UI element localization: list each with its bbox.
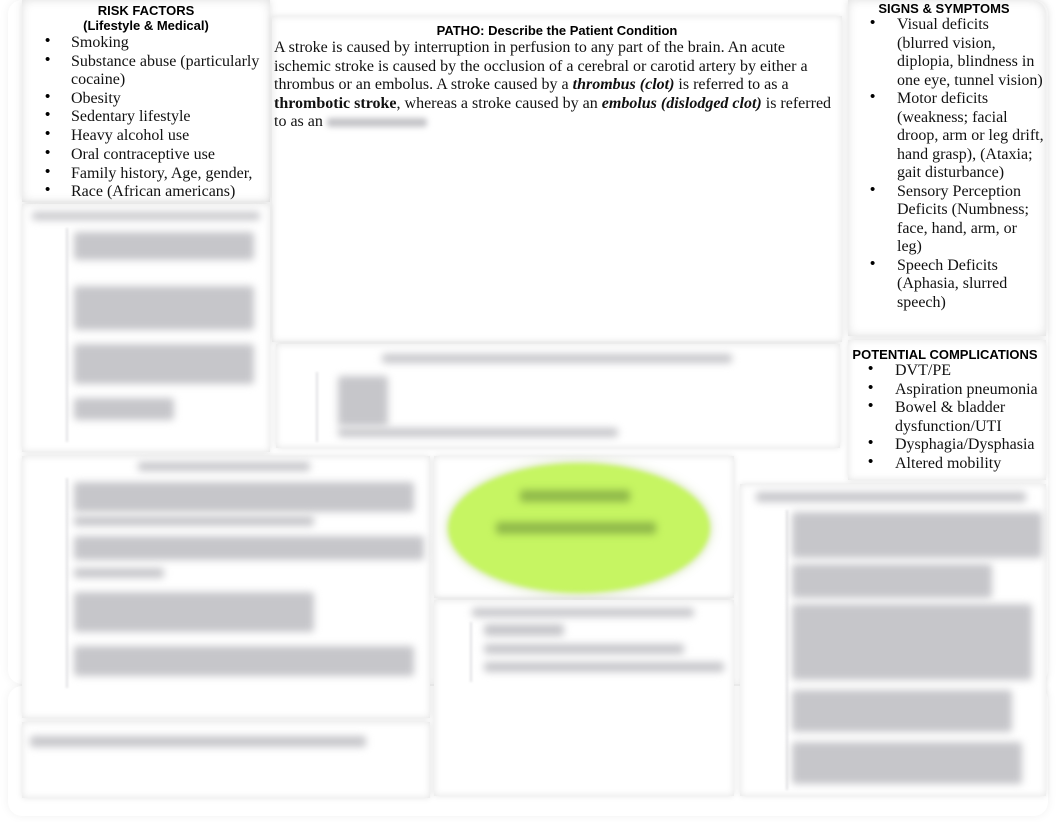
list-item: • Visual deficits (blurred vision, diplop… [870,14,1043,89]
list-item: • Sensory Perception Deficits (Numbness; … [870,180,1029,256]
blurred-line [792,564,992,598]
blurred-line [74,516,314,526]
blurred-heading [32,212,260,220]
bullet-icon: • [868,378,874,396]
blurred-line [792,742,1022,784]
signs-symptoms-box: SIGNS & SYMPTOMS • Visual deficits (blurr… [848,0,1046,336]
bullet-icon: • [45,32,51,49]
bullet-icon: • [868,434,874,451]
list-item: • Race (African americans) [45,181,236,200]
blurred-line [74,398,174,420]
list-item: • Oral contraceptive use [45,144,215,163]
blurred-answer [326,117,427,127]
blurred-line [74,344,254,384]
bullet-icon: • [45,106,51,123]
bullet-icon: • [868,452,874,470]
blurred-divider [66,478,68,688]
blurred-line [484,624,564,636]
patho-text: A stroke is caused by interruption in pe… [274,39,832,130]
blurred-line [74,536,424,560]
list-item: • Smoking [45,32,129,51]
blurred-line [74,286,254,330]
list-item: • Bowel & bladder dysfunction/UTI [868,397,1006,435]
blurred-line [792,690,1012,732]
list-item: • DVT/PE [868,360,951,379]
blurred-box-bottom-left [22,722,430,798]
list-item: • Heavy alcohol use [45,124,190,144]
risk-factors-title: RISK FACTORS [97,3,195,18]
bullet-icon: • [870,254,876,272]
blurred-heading [30,736,366,747]
blurred-divider [786,510,788,790]
bullet-icon: • [870,14,876,31]
list-item: • Substance abuse (particularly cocaine) [45,50,260,89]
blurred-divider [316,372,318,442]
blurred-line [484,662,724,672]
complications-title: POTENTIAL COMPLICATIONS [852,347,1038,362]
blurred-line [484,644,684,654]
bullet-icon: • [870,180,876,198]
blurred-box-center-lower [434,600,734,796]
blurred-heading [756,492,1026,502]
bullet-icon: • [45,124,51,142]
blurred-divider [66,228,68,442]
risk-factors-list: • Smoking • Substance abuse (particularly c… [45,32,270,202]
blurred-box-lower-left [22,456,430,718]
patho-box: PATHO: Describe the Patient Condition A … [272,16,842,342]
risk-factors-box: RISK FACTORS (Lifestyle & Medical) • Smok… [22,0,270,202]
complications-box: POTENTIAL COMPLICATIONS • DVT/PE • Aspirat… [848,340,1046,480]
risk-factors-subtitle: (Lifestyle & Medical) [83,18,209,33]
blurred-heading [472,608,694,617]
blurred-line [338,428,618,437]
blurred-line [338,376,388,426]
bullet-icon: • [45,144,51,161]
blurred-line [792,604,1032,680]
bullet-icon: • [45,162,51,180]
blurred-line [74,568,164,578]
complications-list: • DVT/PE • Aspiration pneumonia • Bowel & b… [868,360,1046,473]
blurred-box-right-lower [740,484,1046,796]
blurred-line [74,482,414,512]
blurred-concept-subtitle [496,522,656,534]
bullet-icon: • [45,50,51,68]
blurred-heading [382,354,732,363]
bullet-icon: • [868,397,874,414]
blurred-concept-title [520,490,630,502]
list-item: • Obesity [45,87,121,107]
list-item: • Speech Deficits (Aphasia, slurred speec… [870,254,1008,311]
blurred-line [792,512,1042,558]
bullet-icon: • [868,360,874,377]
blurred-line [74,646,414,676]
blurred-line [74,592,314,632]
signs-symptoms-list: • Visual deficits (blurred vision, diplop… [870,14,1044,312]
list-item: • Family history, Age, gender, [45,162,253,182]
blurred-heading [138,462,310,471]
blurred-box-diagnostics [22,204,270,452]
bullet-icon: • [45,87,51,105]
blurred-line [74,232,254,260]
list-item: • Aspiration pneumonia [868,378,1038,398]
signs-symptoms-title: SIGNS & SYMPTOMS [878,1,1010,16]
bullet-icon: • [870,88,876,105]
list-item: • Motor deficits (weakness; facial droop,… [870,88,1044,181]
blurred-box-nursing-diagnosis [276,344,840,448]
bullet-icon: • [45,181,51,198]
patho-title: PATHO: Describe the Patient Condition [436,23,678,38]
list-item: • Sedentary lifestyle [45,106,191,125]
list-item: • Dysphagia/Dysphasia [868,434,1035,453]
list-item: • Altered mobility [868,452,1002,472]
blurred-divider [470,622,472,682]
